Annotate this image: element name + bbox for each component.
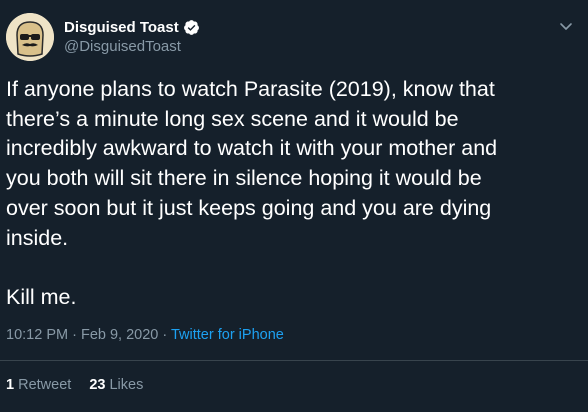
- tweet-meta: 10:12 PM · Feb 9, 2020 · Twitter for iPh…: [6, 327, 284, 343]
- retweets-count: 1: [6, 377, 15, 393]
- tweet-date[interactable]: Feb 9, 2020: [81, 327, 158, 343]
- meta-separator: ·: [158, 327, 171, 343]
- author-handle[interactable]: @DisguisedToast: [64, 38, 181, 55]
- tweet-stats: 1 Retweet 23 Likes: [6, 377, 161, 393]
- chevron-down-icon[interactable]: [556, 16, 576, 36]
- tweet-card: Disguised Toast @DisguisedToast If anyon…: [0, 0, 588, 412]
- likes-count: 23: [89, 377, 106, 393]
- likes-label: Likes: [109, 377, 144, 393]
- author-name-row[interactable]: Disguised Toast: [64, 17, 200, 37]
- tweet-text: If anyone plans to watch Parasite (2019)…: [6, 77, 498, 309]
- retweets-label: Retweet: [18, 377, 72, 393]
- verified-badge-icon: [183, 19, 200, 36]
- avatar[interactable]: [6, 13, 54, 61]
- retweets-stat[interactable]: 1 Retweet: [6, 377, 71, 393]
- tweet-time[interactable]: 10:12 PM: [6, 327, 68, 343]
- divider: [0, 360, 588, 361]
- tweet-source-link[interactable]: Twitter for iPhone: [171, 327, 284, 343]
- author-display-name[interactable]: Disguised Toast: [64, 19, 179, 36]
- avatar-image: [6, 13, 54, 61]
- meta-separator: ·: [68, 327, 81, 343]
- likes-stat[interactable]: 23 Likes: [89, 377, 143, 393]
